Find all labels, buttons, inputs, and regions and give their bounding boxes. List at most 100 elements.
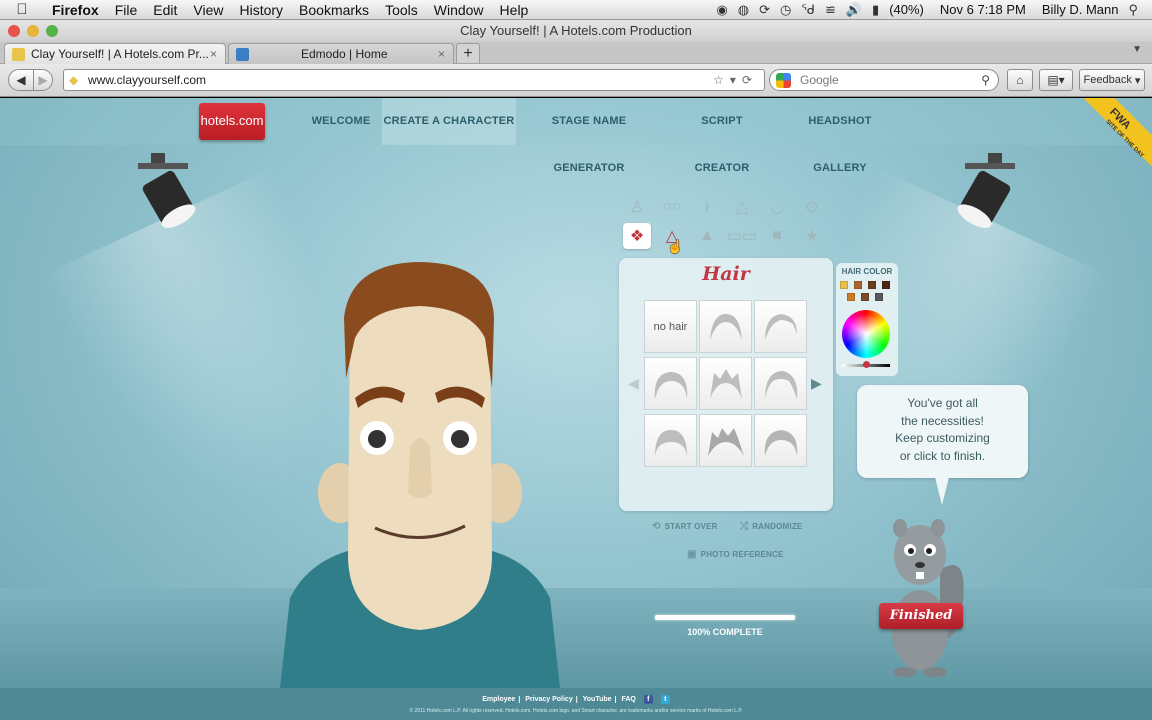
finished-button[interactable]: Finished <box>879 603 963 629</box>
hat-icon[interactable]: ▲ <box>693 223 721 249</box>
hair-option-7[interactable] <box>644 414 697 467</box>
reload-icon[interactable]: ⟳ <box>742 73 758 87</box>
hair-option-2[interactable] <box>699 300 752 353</box>
close-window-button[interactable] <box>8 25 20 37</box>
footer-link-employee[interactable]: Employee <box>482 696 515 703</box>
glasses-icon[interactable]: ▭▭ <box>727 223 757 249</box>
body-icon[interactable]: ♙ <box>623 194 651 220</box>
home-button[interactable]: ⌂ <box>1007 69 1033 91</box>
hair-color-chip[interactable] <box>847 293 855 301</box>
tab-clay-yourself[interactable]: Clay Yourself! | A Hotels.com Pr... × <box>4 43 226 64</box>
hair-color-chip[interactable] <box>882 281 890 289</box>
wifi-icon[interactable]: ≌ <box>825 2 836 18</box>
footer-link-youtube[interactable]: YouTube <box>583 696 612 703</box>
bluetooth-icon[interactable]: ᖁ <box>801 2 815 18</box>
spotlight-left-icon <box>138 153 196 228</box>
eye-tray-icon[interactable]: ◍ <box>738 2 749 18</box>
footer-link-privacy[interactable]: Privacy Policy <box>525 696 572 703</box>
color-wheel[interactable] <box>842 310 890 358</box>
search-icon[interactable]: ⚲ <box>981 70 990 90</box>
tab-close-icon[interactable]: × <box>438 44 445 64</box>
hair-option-none[interactable]: no hair <box>644 300 697 353</box>
feedback-button[interactable]: Feedback ▾ <box>1079 69 1145 91</box>
zoom-window-button[interactable] <box>46 25 58 37</box>
bubble-line: the necessities! <box>901 413 984 428</box>
next-page-arrow-icon[interactable]: ▶ <box>811 375 822 392</box>
menu-view[interactable]: View <box>185 0 231 20</box>
url-dropdown-icon[interactable]: ▾ <box>730 73 742 87</box>
forward-button[interactable]: ▶ <box>33 69 53 91</box>
bookmarks-button[interactable]: ▤▾ <box>1039 69 1073 91</box>
battery-icon[interactable]: ▮ <box>872 2 879 18</box>
tab-edmodo[interactable]: Edmodo | Home × <box>228 43 454 64</box>
hair-option-8[interactable] <box>699 414 752 467</box>
nav-welcome[interactable]: WELCOME <box>304 98 378 145</box>
menu-file[interactable]: File <box>107 0 146 20</box>
nav-headshot-gallery[interactable]: HEADSHOT GALLERY <box>786 98 894 174</box>
search-bar[interactable]: Google ⚲ <box>769 69 999 91</box>
hair-color-chip[interactable] <box>868 281 876 289</box>
mac-menubar:  Firefox File Edit View History Bookmar… <box>0 0 1152 20</box>
menu-history[interactable]: History <box>231 0 291 20</box>
spotlight-search-icon[interactable]: ⚲ <box>1128 2 1138 18</box>
hair-option-5[interactable] <box>699 357 752 410</box>
footer-link-faq[interactable]: FAQ <box>621 696 635 703</box>
previous-page-arrow-icon[interactable]: ◀ <box>628 375 639 392</box>
nav-create-a-character[interactable]: CREATE A CHARACTER <box>382 98 516 145</box>
star-icon[interactable]: ★ <box>798 223 826 249</box>
nav-stage-name-generator[interactable]: STAGE NAME GENERATOR <box>524 98 654 174</box>
back-button[interactable]: ◀ <box>8 69 34 91</box>
menu-app[interactable]: Firefox <box>44 0 107 20</box>
menubar-user[interactable]: Billy D. Mann <box>1042 2 1119 17</box>
menu-help[interactable]: Help <box>492 0 537 20</box>
time-machine-icon[interactable]: ◷ <box>780 2 791 18</box>
nose-icon[interactable]: △ <box>728 194 756 220</box>
volume-icon[interactable]: 🔊 <box>846 2 862 18</box>
nav-script-creator[interactable]: SCRIPT CREATOR <box>674 98 770 174</box>
menu-edit[interactable]: Edit <box>145 0 185 20</box>
hair-color-chip[interactable] <box>861 293 869 301</box>
google-icon[interactable] <box>776 73 791 88</box>
url-bar[interactable]: ◆ www.clayyourself.com ☆▾⟳ <box>63 69 765 91</box>
new-tab-button[interactable]: + <box>456 43 480 63</box>
brightness-slider-handle[interactable] <box>863 361 870 368</box>
photo-reference-button[interactable]: ▣ PHOTO REFERENCE <box>687 549 784 560</box>
mouth-icon[interactable]: ◡ <box>763 194 791 220</box>
ears-icon[interactable]: ⊙ <box>798 194 826 220</box>
randomize-button[interactable]: ⤮ RANDOMIZE <box>740 521 802 532</box>
tab-close-icon[interactable]: × <box>210 44 217 64</box>
hair-option-3[interactable] <box>754 300 807 353</box>
tab-favicon-icon <box>236 48 249 61</box>
hair-option-6[interactable] <box>754 357 807 410</box>
hotels-logo[interactable]: hotels.com <box>199 103 265 140</box>
bookmark-star-icon[interactable]: ☆ <box>713 73 730 87</box>
speech-bubble: You've got all the necessities! Keep cus… <box>857 385 1028 478</box>
eyes-icon[interactable]: ○○ <box>658 194 686 220</box>
site-identity-icon[interactable]: ◆ <box>69 70 78 90</box>
shirt-icon[interactable]: ■ <box>763 223 791 249</box>
hair-option-4[interactable] <box>644 357 697 410</box>
skype-icon[interactable]: ◉ <box>716 2 727 18</box>
tab-bar: Clay Yourself! | A Hotels.com Pr... × Ed… <box>0 42 1152 64</box>
facebook-icon[interactable]: f <box>643 695 653 704</box>
sync-icon[interactable]: ⟳ <box>759 2 770 18</box>
hair-option-9[interactable] <box>754 414 807 467</box>
tab-list-chevron-icon[interactable]: ▼ <box>1132 44 1142 55</box>
twitter-icon[interactable]: t <box>660 695 670 704</box>
menu-tools[interactable]: Tools <box>377 0 426 20</box>
tab-favicon-icon <box>12 48 25 61</box>
hair-style-9-icon <box>764 429 797 456</box>
clay-character <box>280 262 560 688</box>
start-over-button[interactable]: ⟲ START OVER <box>652 521 718 532</box>
menubar-datetime[interactable]: Nov 6 7:18 PM <box>940 2 1026 17</box>
menu-bookmarks[interactable]: Bookmarks <box>291 0 377 20</box>
apple-menu-icon[interactable]:  <box>0 1 44 18</box>
eyebrows-icon[interactable]: ≀ <box>693 194 721 220</box>
hair-icon[interactable]: ❖ <box>623 223 651 249</box>
progress-bar-fill <box>655 615 795 620</box>
menu-window[interactable]: Window <box>426 0 492 20</box>
minimize-window-button[interactable] <box>27 25 39 37</box>
hair-color-chip[interactable] <box>840 281 848 289</box>
hair-color-chip[interactable] <box>854 281 862 289</box>
hair-color-chip[interactable] <box>875 293 883 301</box>
